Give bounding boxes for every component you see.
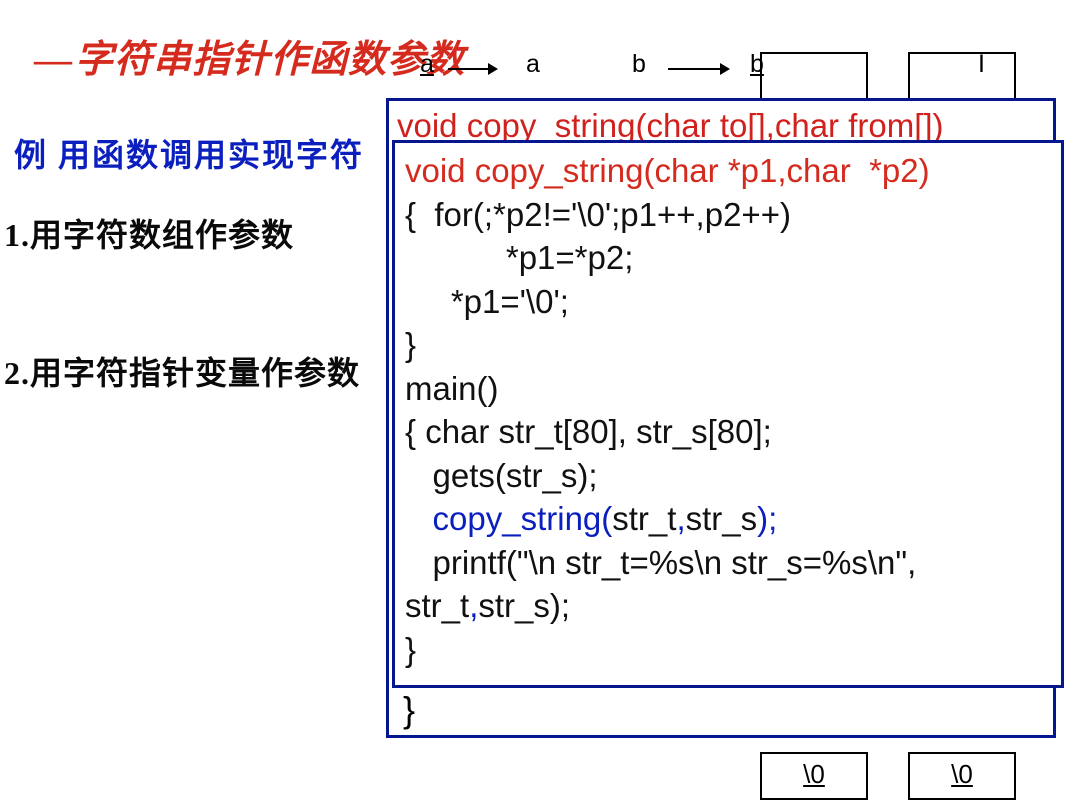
- null-cell-2: \0: [908, 752, 1016, 800]
- code-l8d: ,: [676, 500, 685, 537]
- code-l8c: str_t: [612, 500, 676, 537]
- memory-cell: [762, 54, 866, 99]
- code-l2: *p1=*p2;: [405, 239, 633, 276]
- code-l10c: str_s);: [478, 587, 570, 624]
- arrow-icon: [448, 68, 496, 70]
- code-l8a: [405, 500, 433, 537]
- code-l10a: str_t: [405, 587, 469, 624]
- code-l8f: );: [757, 500, 777, 537]
- code-l5: main(): [405, 370, 499, 407]
- label-a: a: [420, 50, 434, 79]
- page-title: —字符串指针作函数参数: [34, 28, 465, 83]
- bullet-1: 1.用字符数组作参数: [4, 210, 294, 256]
- code-l6: { char str_t[80], str_s[80];: [405, 413, 772, 450]
- code-l8e: str_s: [686, 500, 758, 537]
- code-l9: printf("\n str_t=%s\n str_s=%s\n",: [405, 544, 916, 581]
- code-l4: }: [405, 326, 416, 363]
- label-b: b: [632, 50, 646, 79]
- bullet-2: 2.用字符指针变量作参数: [4, 348, 360, 394]
- label-a2: a: [526, 50, 540, 79]
- code-l10b: ,: [469, 587, 478, 624]
- codebox-front: void copy_string(char *p1,char *p2) { fo…: [392, 140, 1064, 688]
- memory-column-2: [908, 52, 1016, 101]
- code-l8b: copy_string(: [433, 500, 613, 537]
- memory-cell: [910, 54, 1014, 99]
- code-sig: void copy_string(char *p1,char *p2): [405, 152, 930, 189]
- null-cell-1: \0: [760, 752, 868, 800]
- code-l11: }: [405, 631, 416, 668]
- example-label: 例 用函数调用实现字符: [14, 130, 364, 176]
- title-text: 字符串指针作函数参数: [75, 39, 465, 81]
- code-l3: *p1='\0';: [405, 283, 569, 320]
- arrow-icon: [668, 68, 728, 70]
- code-l7: gets(str_s);: [405, 457, 598, 494]
- behind-close-brace: }: [403, 689, 415, 731]
- behind-signature: void copy_string(char to[],char from[]): [389, 101, 1053, 145]
- memory-column-1: [760, 52, 868, 101]
- code-l1: { for(;*p2!='\0';p1++,p2++): [405, 196, 791, 233]
- title-dash: —: [34, 39, 73, 81]
